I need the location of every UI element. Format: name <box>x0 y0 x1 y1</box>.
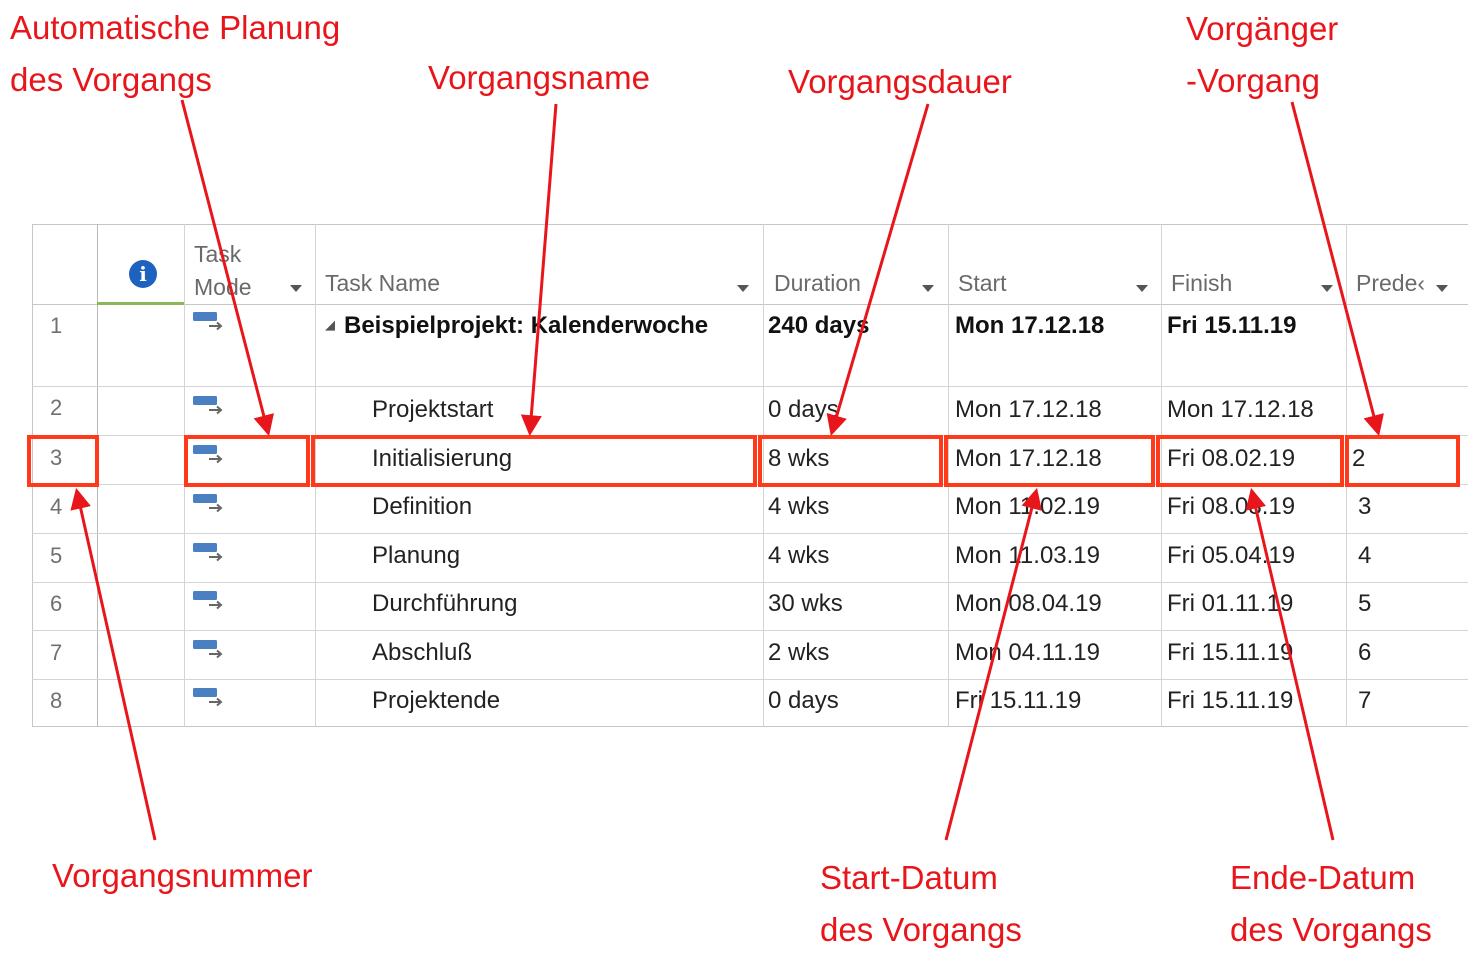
arrow-end-date <box>1245 487 1335 841</box>
annotation-arrows <box>70 99 1384 841</box>
arrow-duration <box>826 103 930 437</box>
arrow-task-name <box>520 103 558 437</box>
arrow-start-date <box>944 487 1042 841</box>
arrow-task-number <box>70 487 157 841</box>
arrow-predecessor <box>1290 101 1384 437</box>
arrow-auto-planning <box>180 99 274 437</box>
